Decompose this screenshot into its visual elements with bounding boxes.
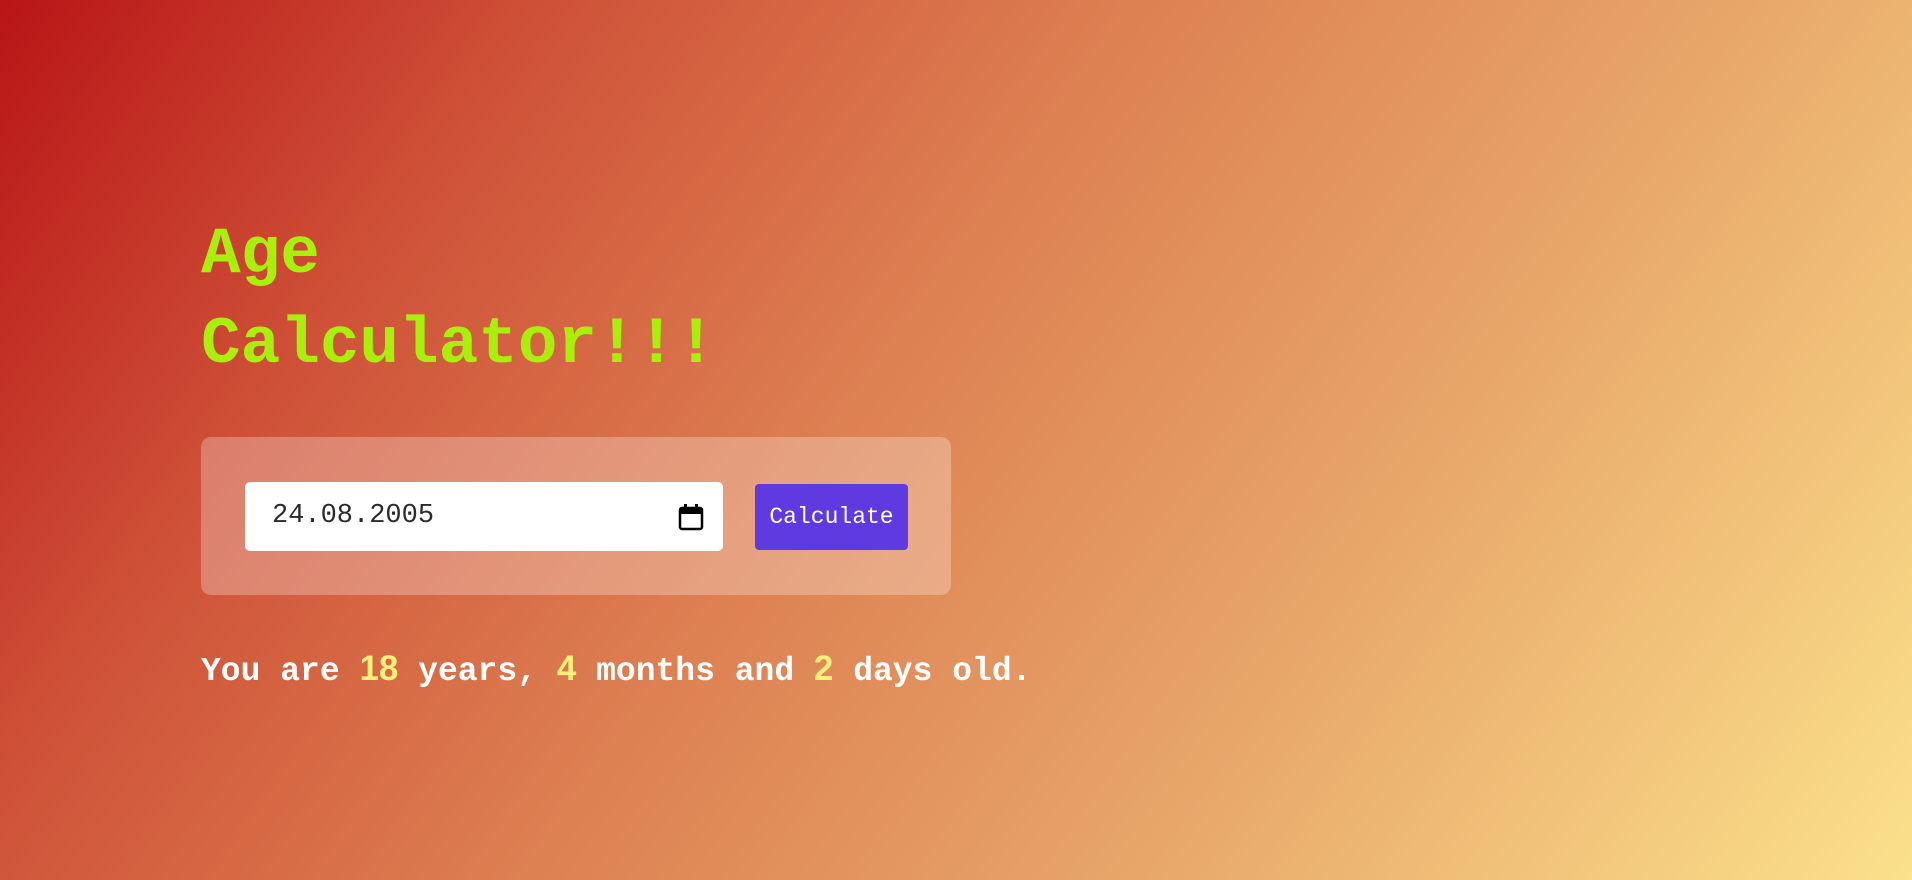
result-years: 18 (359, 649, 399, 688)
page-title: Age Calculator!!! (201, 210, 1101, 390)
page-title-line-1: Age (201, 217, 320, 292)
birthdate-value: 24.08.2005 (272, 501, 435, 531)
age-result: You are 18 years, 4 months and 2 days ol… (201, 647, 1031, 694)
result-months: 4 (556, 649, 577, 688)
calculate-button[interactable]: Calculate (755, 484, 908, 550)
date-form-card: 24.08.2005 Calculate (201, 437, 951, 595)
result-days-text: days old. (833, 653, 1032, 690)
birthdate-input[interactable]: 24.08.2005 (245, 482, 723, 551)
age-calculator: Age Calculator!!! 24.08.2005 Calculate Y… (201, 210, 1101, 690)
result-months-text: months and (576, 653, 814, 690)
result-prefix: You are (201, 653, 360, 690)
page-title-line-2: Calculator!!! (201, 307, 716, 382)
calendar-icon[interactable] (675, 501, 707, 533)
result-days: 2 (813, 649, 834, 688)
result-years-text: years, (398, 653, 557, 690)
